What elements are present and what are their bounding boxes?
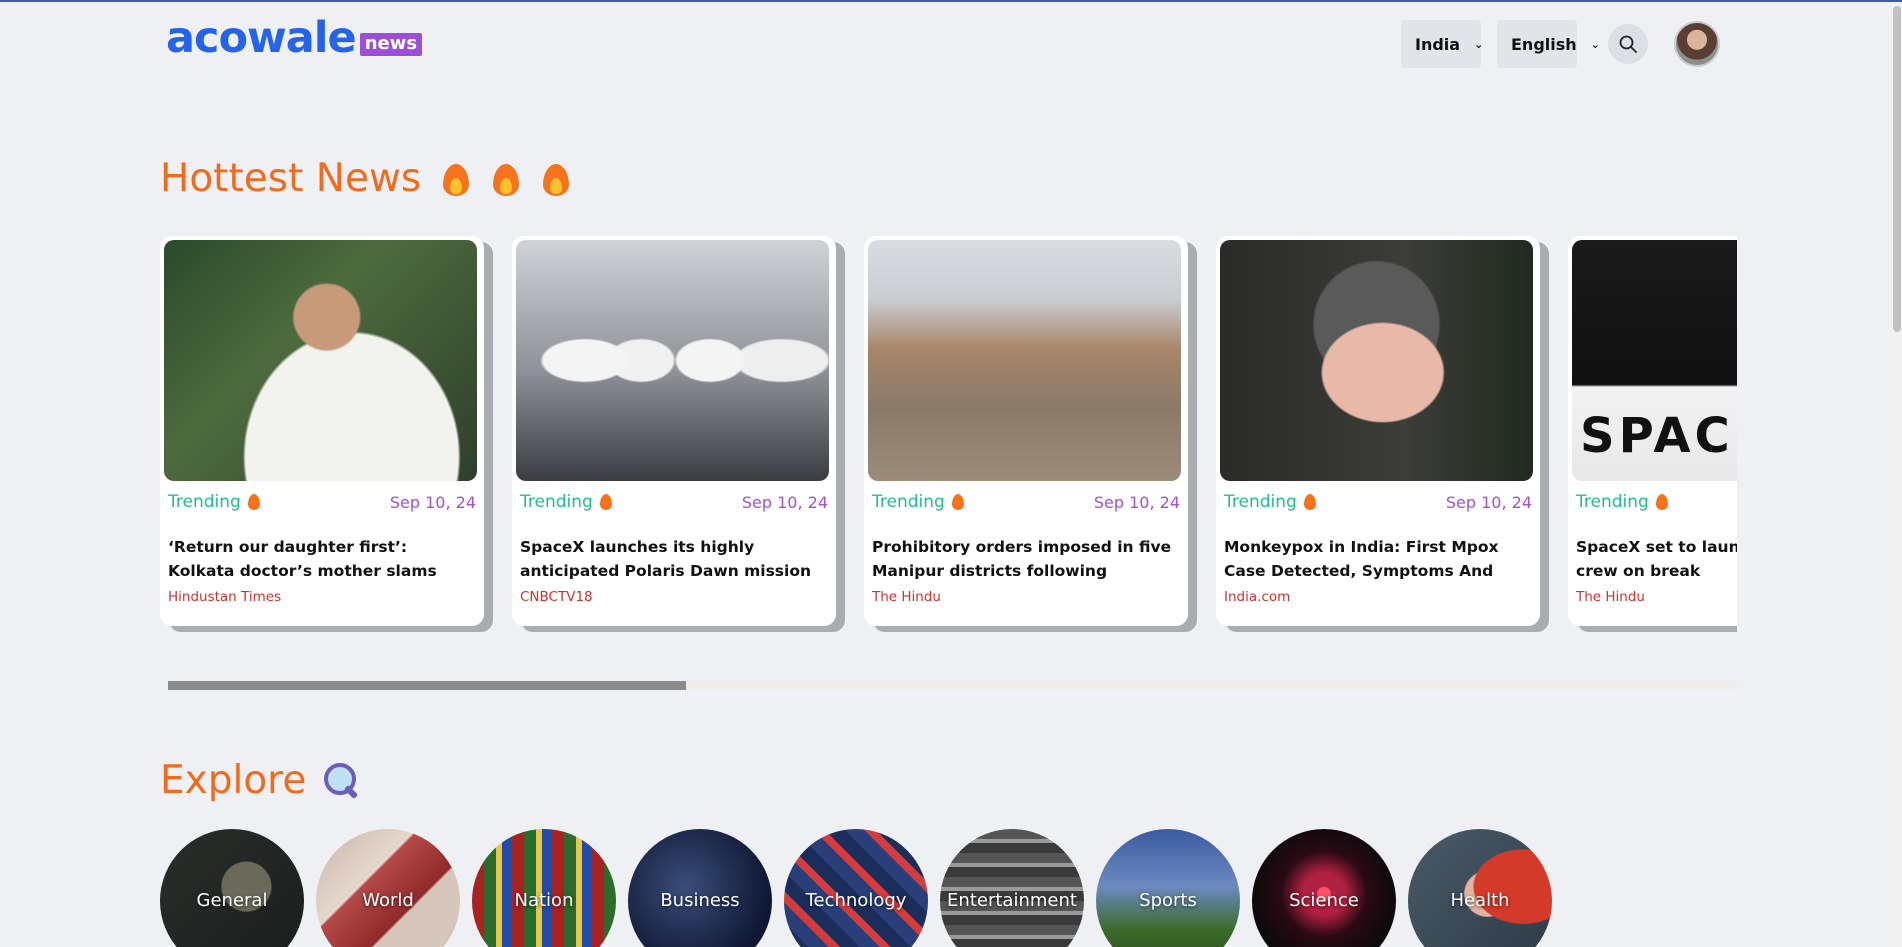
category-technology[interactable]: Technology [784, 829, 928, 947]
news-card[interactable]: Trending Sep 10, 24 SpaceX launches its … [512, 236, 836, 626]
trending-label: Trending [872, 492, 945, 512]
news-date: Sep 10, 24 [1093, 492, 1180, 512]
news-headline[interactable]: SpaceX launches its highly anticipated P… [516, 535, 832, 583]
news-headline[interactable]: SpaceX set to launch b private crew on b… [1572, 535, 1737, 583]
fire-icon [491, 160, 521, 198]
hottest-news-title: Hottest News [160, 156, 422, 201]
news-card-image [868, 240, 1181, 481]
trending-tag: Trending [1224, 492, 1316, 512]
hottest-news-carousel[interactable]: Trending Sep 10, 24 ‘Return our daughter… [160, 236, 1737, 636]
explore-title: Explore [160, 758, 307, 803]
logo-badge: news [359, 33, 423, 56]
category-nation[interactable]: Nation [472, 829, 616, 947]
news-card[interactable]: Trending Sep 10, 24 Prohibitory orders i… [864, 236, 1188, 626]
news-source: India.com [1224, 589, 1291, 605]
carousel-scrollbar-thumb[interactable] [168, 681, 686, 690]
category-label: Health [1450, 890, 1510, 911]
news-headline[interactable]: Monkeypox in India: First Mpox Case Dete… [1220, 535, 1536, 583]
category-sports[interactable]: Sports [1096, 829, 1240, 947]
trending-label: Trending [520, 492, 593, 512]
fire-icon [1303, 494, 1316, 510]
news-card-image-text: SPAC [1580, 408, 1734, 464]
search-button[interactable] [1608, 24, 1648, 64]
category-science[interactable]: Science [1252, 829, 1396, 947]
page-scrollbar-thumb[interactable] [1893, 6, 1901, 332]
logo-wordmark: acowale [166, 13, 357, 63]
page-scrollbar[interactable] [1892, 2, 1902, 947]
fire-icon [541, 160, 571, 198]
explore-heading: Explore [160, 758, 362, 803]
user-avatar[interactable] [1674, 21, 1720, 67]
news-source: Hindustan Times [168, 589, 282, 605]
fire-icon [951, 494, 964, 510]
chevron-down-icon: ⌄ [1474, 37, 1484, 51]
news-headline[interactable]: Prohibitory orders imposed in five Manip… [868, 535, 1184, 583]
news-date: Sep 10, 24 [389, 492, 476, 512]
category-label: Science [1289, 890, 1359, 911]
chevron-down-icon: ⌄ [1590, 37, 1600, 51]
fire-icon [441, 160, 471, 198]
search-icon [1619, 35, 1637, 53]
news-source: The Hindu [872, 589, 941, 605]
news-source: CNBCTV18 [520, 589, 593, 605]
category-label: World [362, 890, 414, 911]
category-general[interactable]: General [160, 829, 304, 947]
news-headline[interactable]: ‘Return our daughter first’: Kolkata doc… [164, 535, 480, 583]
news-card-image [1220, 240, 1533, 481]
news-card-image: SPAC [1572, 240, 1737, 481]
trending-tag: Trending [872, 492, 964, 512]
category-entertainment[interactable]: Entertainment [940, 829, 1084, 947]
category-business[interactable]: Business [628, 829, 772, 947]
logo[interactable]: acowale news [166, 13, 423, 63]
news-card-image [164, 240, 477, 481]
news-date: Sep 10, 24 [1445, 492, 1532, 512]
trending-tag: Trending [1576, 492, 1668, 512]
news-card[interactable]: Trending Sep 10, 24 ‘Return our daughter… [160, 236, 484, 626]
category-label: General [196, 890, 268, 911]
category-label: Technology [805, 890, 907, 911]
category-world[interactable]: World [316, 829, 460, 947]
news-date: Sep 10, 24 [741, 492, 828, 512]
fire-icon [599, 494, 612, 510]
country-select[interactable]: India ⌄ [1401, 20, 1484, 68]
trending-tag: Trending [520, 492, 612, 512]
news-source: The Hindu [1576, 589, 1645, 605]
country-select-value: India [1415, 34, 1461, 54]
trending-label: Trending [1224, 492, 1297, 512]
trending-label: Trending [1576, 492, 1649, 512]
news-card[interactable]: SPAC Trending SpaceX set to launch b pri… [1568, 236, 1737, 626]
category-health[interactable]: Health [1408, 829, 1552, 947]
trending-label: Trending [168, 492, 241, 512]
trending-tag: Trending [168, 492, 260, 512]
category-label: Business [660, 890, 740, 911]
category-label: Entertainment [947, 890, 1077, 911]
news-card[interactable]: Trending Sep 10, 24 Monkeypox in India: … [1216, 236, 1540, 626]
fire-icon [1655, 494, 1668, 510]
magnifying-glass-icon [322, 761, 362, 801]
language-select-value: English [1511, 34, 1577, 54]
category-label: Sports [1139, 890, 1197, 911]
news-card-image [516, 240, 829, 481]
category-label: Nation [514, 890, 574, 911]
fire-icon [247, 494, 260, 510]
hottest-news-heading: Hottest News [160, 156, 571, 201]
language-select[interactable]: English ⌄ [1497, 20, 1600, 68]
